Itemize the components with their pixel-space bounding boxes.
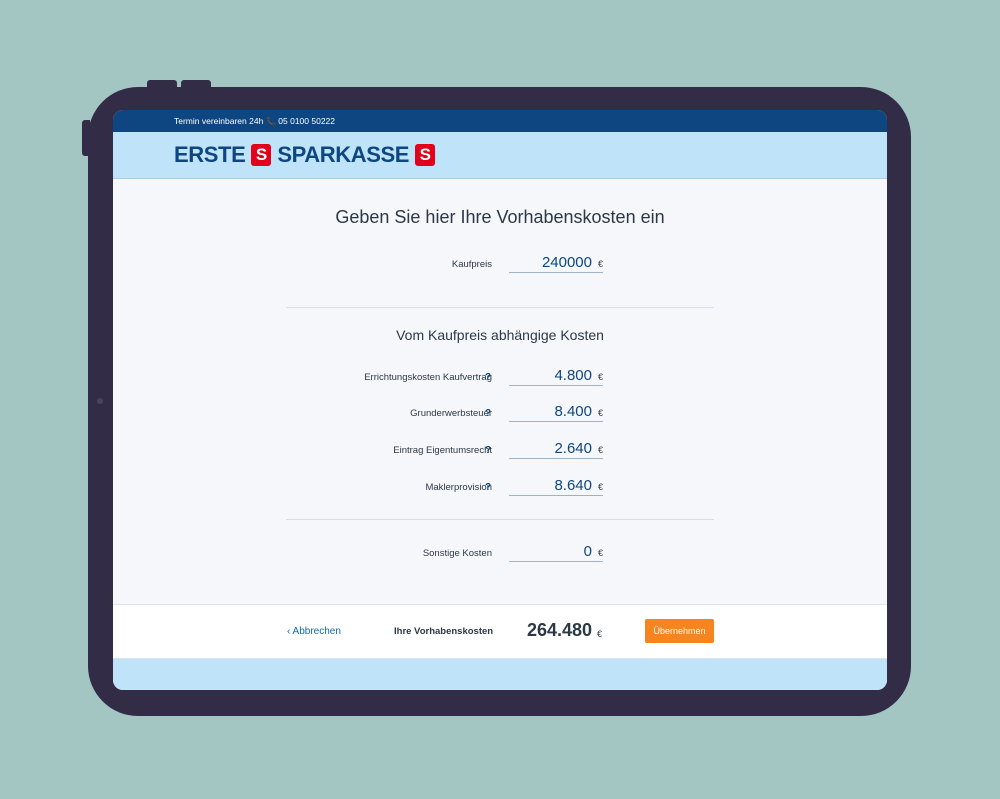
total-label: Ihre Vorhabenskosten <box>394 626 494 637</box>
cost-label: Errichtungskosten Kaufvertrag <box>364 372 492 383</box>
kaufpreis-label: Kaufpreis <box>451 259 492 270</box>
top-info-bar: Termin vereinbaren 24h 📞 05 0100 50222 <box>113 110 887 132</box>
sonstige-kosten-row: Sonstige Kosten 0 € <box>113 539 887 563</box>
currency-symbol: € <box>597 445 603 455</box>
cost-label: Grunderwerbsteuer <box>410 408 492 419</box>
kaufpreis-input[interactable]: 240000 € <box>509 250 603 273</box>
divider <box>286 519 714 520</box>
cost-row-eigentumsrecht: Eintrag Eigentumsrecht ? 2.640 € <box>113 436 887 460</box>
sonstige-kosten-input[interactable]: 0 € <box>509 539 603 562</box>
divider <box>286 307 714 308</box>
cost-value: 2.640 <box>554 440 592 457</box>
grunderwerbsteuer-input[interactable]: 8.400 € <box>509 399 603 422</box>
kaufpreis-value: 240000 <box>541 254 592 271</box>
section-title: Vom Kaufpreis abhängige Kosten <box>396 327 604 343</box>
help-icon[interactable]: ? <box>485 372 491 383</box>
sparkasse-s-icon: S <box>415 144 436 166</box>
cost-value: 8.400 <box>554 403 592 420</box>
currency-symbol: € <box>597 408 603 418</box>
errichtungskosten-input[interactable]: 4.800 € <box>509 363 603 386</box>
currency-symbol: € <box>597 482 603 492</box>
kaufpreis-row: Kaufpreis 240000 € <box>113 250 887 274</box>
currency-symbol: € <box>597 629 603 639</box>
sonstige-kosten-label: Sonstige Kosten <box>422 548 492 559</box>
help-icon[interactable]: ? <box>485 445 491 456</box>
submit-button[interactable]: Übernehmen <box>645 619 714 643</box>
phone-number[interactable]: 05 0100 50222 <box>278 116 335 126</box>
summary-footer: ‹ Abbrechen Ihre Vorhabenskosten 264.480… <box>113 604 887 659</box>
total-value: 264.480 <box>527 620 593 640</box>
help-icon[interactable]: ? <box>485 408 491 419</box>
tablet-screen: Termin vereinbaren 24h 📞 05 0100 50222 E… <box>113 110 887 690</box>
cost-row-maklerprovision: Maklerprovision ? 8.640 € <box>113 473 887 497</box>
sonstige-kosten-value: 0 <box>583 543 592 560</box>
currency-symbol: € <box>597 259 603 269</box>
logo-text-erste: ERSTE <box>174 142 246 167</box>
cost-row-errichtungskosten: Errichtungskosten Kaufvertrag ? 4.800 € <box>113 363 887 387</box>
help-icon[interactable]: ? <box>485 482 491 493</box>
page-title: Geben Sie hier Ihre Vorhabenskosten ein <box>335 207 665 227</box>
currency-symbol: € <box>597 372 603 382</box>
tablet-camera <box>97 398 103 404</box>
cost-value: 4.800 <box>554 367 592 384</box>
sparkasse-s-icon: S <box>251 144 272 166</box>
cost-row-grunderwerbsteuer: Grunderwerbsteuer ? 8.400 € <box>113 399 887 423</box>
bottom-band <box>113 659 887 690</box>
header: ERSTE S SPARKASSE S <box>113 132 887 179</box>
cost-form: Geben Sie hier Ihre Vorhabenskosten ein … <box>113 179 887 604</box>
cost-label: Maklerprovision <box>425 482 492 493</box>
currency-symbol: € <box>597 548 603 558</box>
eigentumsrecht-input[interactable]: 2.640 € <box>509 436 603 459</box>
cost-value: 8.640 <box>554 477 592 494</box>
phone-icon: 📞 <box>266 116 277 126</box>
logo-text-sparkasse: SPARKASSE <box>277 142 410 167</box>
erste-sparkasse-logo[interactable]: ERSTE S SPARKASSE S <box>174 142 436 168</box>
cost-label: Eintrag Eigentumsrecht <box>393 445 492 456</box>
cancel-link[interactable]: ‹ Abbrechen <box>287 626 341 637</box>
appointment-text: Termin vereinbaren 24h <box>174 116 264 126</box>
maklerprovision-input[interactable]: 8.640 € <box>509 473 603 496</box>
